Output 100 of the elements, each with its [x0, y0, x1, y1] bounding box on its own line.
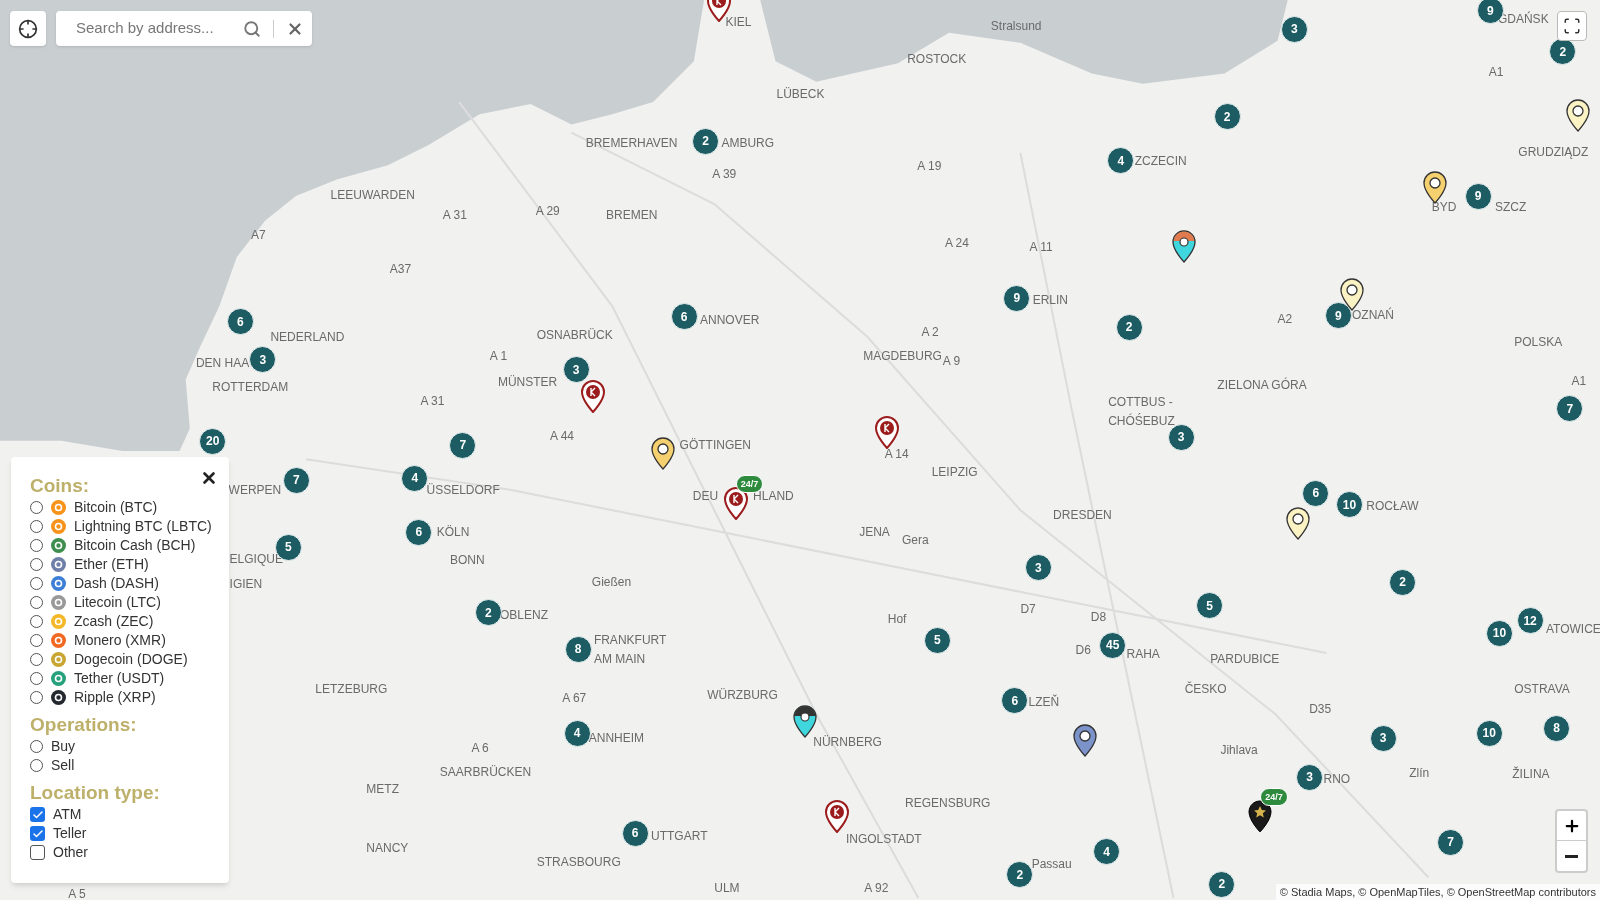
place-label: IGIEN	[229, 576, 263, 591]
place-label: ATOWICE	[1545, 621, 1600, 636]
fullscreen-button[interactable]	[1557, 11, 1587, 41]
cluster-marker[interactable]: 4	[1093, 838, 1121, 865]
cluster-marker[interactable]: 2	[474, 599, 502, 627]
map-pin-icon[interactable]	[874, 415, 899, 449]
place-label: OBLENZ	[500, 608, 548, 623]
cluster-marker[interactable]: 3	[1280, 15, 1308, 43]
cluster-marker[interactable]: 6	[405, 518, 433, 546]
cluster-marker[interactable]: 5	[923, 626, 951, 654]
cluster-marker[interactable]: 2	[1115, 313, 1143, 341]
checkbox[interactable]	[30, 845, 45, 860]
cluster-marker[interactable]: 7	[449, 431, 477, 459]
cluster-marker[interactable]: 3	[1024, 554, 1052, 582]
section-title: Operations:	[30, 714, 137, 736]
radio-button[interactable]	[30, 615, 43, 628]
map-pin-icon[interactable]	[580, 379, 605, 413]
cluster-marker[interactable]: 2	[692, 127, 720, 155]
place-label: Jihlava	[1220, 743, 1258, 757]
cluster-marker[interactable]: 6	[621, 819, 649, 847]
radio-button[interactable]	[30, 653, 43, 666]
cluster-marker[interactable]: 2	[1006, 861, 1034, 889]
cluster-marker[interactable]: 4	[1107, 147, 1135, 175]
place-label: ZIELONA GÓRA	[1217, 377, 1307, 392]
radio-button[interactable]	[30, 577, 43, 590]
map-attribution: © Stadia Maps, © OpenMapTiles, © OpenStreetMap contributors	[1275, 884, 1600, 900]
radio-button[interactable]	[30, 759, 43, 772]
cluster-marker[interactable]: 45	[1099, 631, 1127, 659]
radio-button[interactable]	[30, 672, 43, 685]
cluster-marker[interactable]: 7	[1437, 828, 1464, 856]
radio-button[interactable]	[30, 691, 43, 704]
cluster-marker[interactable]: 2	[1389, 568, 1417, 596]
place-label: DEU	[692, 488, 719, 503]
cluster-marker[interactable]: 10	[1335, 491, 1363, 519]
cluster-marker[interactable]: 9	[1464, 182, 1492, 210]
place-label: MÜNSTER	[497, 374, 558, 389]
place-label: A 5	[68, 886, 86, 900]
place-label: RNO	[1323, 771, 1351, 786]
radio-button[interactable]	[30, 520, 43, 533]
radio-button[interactable]	[30, 596, 43, 609]
cluster-marker[interactable]: 12	[1516, 607, 1544, 635]
cluster-marker[interactable]: 10	[1475, 719, 1503, 747]
radio-button[interactable]	[30, 740, 43, 753]
search-icon[interactable]	[243, 19, 261, 38]
close-icon[interactable]	[200, 469, 218, 487]
locate-button[interactable]	[10, 11, 46, 46]
place-label: RAHA	[1126, 647, 1160, 662]
radio-button[interactable]	[30, 539, 43, 552]
map-pin-icon[interactable]	[1285, 507, 1310, 541]
place-label: GRUDZIĄDZ	[1518, 145, 1589, 160]
place-label: A 44	[550, 428, 575, 443]
cluster-marker[interactable]: 5	[1196, 592, 1224, 620]
cluster-marker[interactable]: 3	[1296, 763, 1324, 791]
cluster-marker[interactable]: 2	[1549, 38, 1577, 65]
fullscreen-icon	[1563, 17, 1581, 35]
map-pin-icon[interactable]	[651, 437, 676, 471]
radio-button[interactable]	[30, 634, 43, 647]
checkbox[interactable]	[30, 826, 45, 841]
cluster-marker[interactable]: 3	[249, 346, 277, 374]
checkbox[interactable]	[30, 807, 45, 822]
place-label: Stralsund	[990, 18, 1042, 33]
place-label: COTTBUS -	[1108, 395, 1173, 410]
cluster-marker[interactable]: 2	[1213, 103, 1241, 131]
cluster-marker[interactable]: 6	[670, 303, 698, 331]
option-label: Buy	[51, 737, 76, 756]
map-pin-icon[interactable]	[824, 800, 849, 834]
map-pin-icon[interactable]	[1171, 229, 1196, 263]
map-pin-icon[interactable]	[1565, 99, 1590, 133]
cluster-marker[interactable]: 8	[564, 635, 592, 663]
option-label: Zcash (ZEC)	[74, 612, 154, 631]
cluster-marker[interactable]: 6	[1302, 479, 1330, 507]
search-input[interactable]: Search by address...	[76, 17, 243, 40]
place-label: A 11	[1029, 239, 1053, 254]
cluster-marker[interactable]: 9	[1003, 284, 1031, 312]
cluster-marker[interactable]: 7	[1556, 395, 1584, 423]
place-label: LZEŇ	[1028, 695, 1060, 710]
cluster-marker[interactable]: 2	[1208, 870, 1236, 898]
place-label: ZCZECIN	[1134, 154, 1187, 169]
cluster-marker[interactable]: 3	[1369, 724, 1397, 752]
cluster-marker[interactable]: 10	[1485, 619, 1513, 647]
cluster-marker[interactable]: 7	[282, 466, 310, 494]
radio-button[interactable]	[30, 501, 43, 514]
map-pin-icon[interactable]	[723, 487, 748, 521]
map-pin-icon[interactable]	[1072, 723, 1097, 757]
radio-button[interactable]	[30, 558, 43, 571]
place-label: AM MAIN	[593, 652, 646, 667]
cluster-marker[interactable]: 9	[1324, 302, 1352, 330]
place-label: DEN HAA	[195, 356, 250, 371]
cluster-marker[interactable]: 20	[199, 427, 227, 455]
place-label: FRANKFURT	[593, 632, 667, 647]
cluster-marker[interactable]: 3	[562, 356, 590, 384]
cluster-marker[interactable]: 8	[1543, 714, 1571, 742]
search-field[interactable]: Search by address...	[56, 11, 312, 46]
map-pin-icon[interactable]	[1248, 800, 1273, 834]
place-label: LEIPZIG	[931, 465, 978, 480]
cluster-marker[interactable]: 6	[226, 308, 254, 336]
map-pin-icon[interactable]	[1422, 170, 1447, 204]
cluster-marker[interactable]: 6	[1001, 687, 1029, 714]
place-label: METZ	[366, 781, 399, 796]
place-label: PARDUBICE	[1210, 652, 1280, 667]
